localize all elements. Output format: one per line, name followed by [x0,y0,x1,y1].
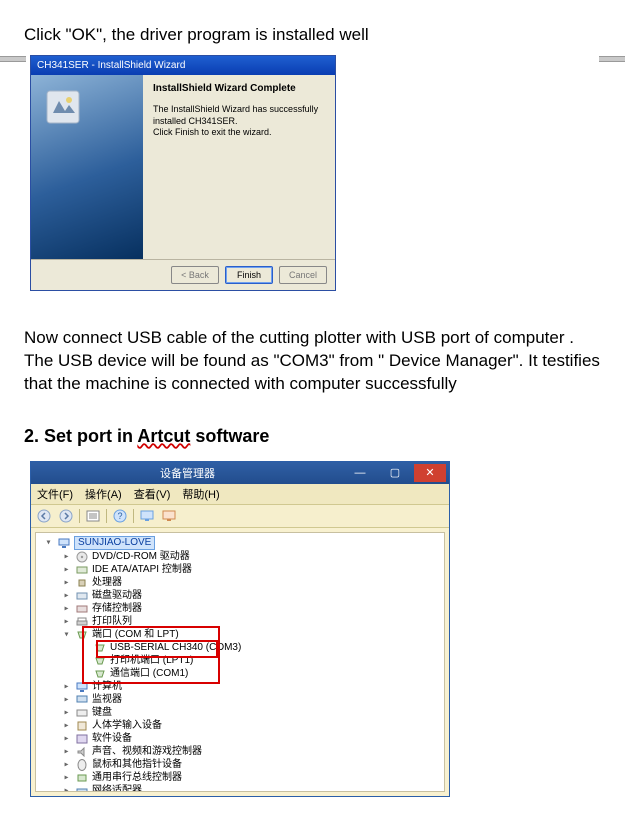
port-icon [93,667,106,680]
menu-action[interactable]: 操作(A) [85,486,122,502]
toolbar-list-icon[interactable] [84,508,102,524]
device-manager-title: 设备管理器 [31,465,344,481]
menu-view[interactable]: 查看(V) [134,486,171,502]
minimize-button[interactable]: — [344,464,376,482]
tree-node-usb[interactable]: ▸通用串行总线控制器 [40,771,440,784]
paragraph-connect-usb: Now connect USB cable of the cutting plo… [24,327,601,396]
device-manager-window: 设备管理器 — ▢ ✕ 文件(F) 操作(A) 查看(V) 帮助(H) [30,461,450,797]
installshield-line1: The InstallShield Wizard has successfull… [153,104,325,127]
section-rule [0,56,625,60]
software-icon [75,732,88,745]
port-icon [93,641,106,654]
installshield-logo-icon [45,89,81,125]
tree-node-ide[interactable]: ▸IDE ATA/ATAPI 控制器 [40,563,440,576]
heading-prefix: 2. Set port in [24,426,137,446]
port-icon [93,654,106,667]
tree-node-lpt1[interactable]: ·打印机端口 (LPT1) [40,654,440,667]
tree-node-disk[interactable]: ▸磁盘驱动器 [40,589,440,602]
installshield-window: CH341SER - InstallShield Wizard InstallS… [30,55,336,291]
tree-node-dvd[interactable]: ▸DVD/CD-ROM 驱动器 [40,550,440,563]
device-manager-menubar: 文件(F) 操作(A) 查看(V) 帮助(H) [31,484,449,505]
tree-node-keyboard[interactable]: ▸键盘 [40,706,440,719]
tree-node-mouse[interactable]: ▸鼠标和其他指针设备 [40,758,440,771]
hid-icon [75,719,88,732]
cancel-button[interactable]: Cancel [279,266,327,284]
menu-file[interactable]: 文件(F) [37,486,73,502]
keyboard-icon [75,706,88,719]
maximize-button[interactable]: ▢ [379,464,411,482]
toolbar-help-icon[interactable]: ? [111,508,129,524]
computer-icon [57,537,70,550]
section-heading: 2. Set port in Artcut software [24,426,601,447]
cpu-icon [75,576,88,589]
port-icon [75,628,88,641]
sound-icon [75,745,88,758]
tree-node-printq[interactable]: ▸打印队列 [40,615,440,628]
installshield-heading: InstallShield Wizard Complete [153,83,325,94]
tree-node-ports[interactable]: ▾端口 (COM 和 LPT) [40,628,440,641]
svg-text:?: ? [117,511,122,521]
toolbar-monitor-icon[interactable] [138,508,156,524]
storage-icon [75,602,88,615]
tree-node-monitor[interactable]: ▸监视器 [40,693,440,706]
monitor-icon [75,693,88,706]
tree-node-sound[interactable]: ▸声音、视频和游戏控制器 [40,745,440,758]
disc-icon [75,550,88,563]
installshield-line2: Click Finish to exit the wizard. [153,127,325,139]
installshield-sidebar-graphic [31,75,143,259]
tree-node-swdev[interactable]: ▸软件设备 [40,732,440,745]
printer-icon [75,615,88,628]
heading-artcut: Artcut [137,426,190,446]
tree-node-storage[interactable]: ▸存储控制器 [40,602,440,615]
tree-node-computer[interactable]: ▸计算机 [40,680,440,693]
close-button[interactable]: ✕ [414,464,446,482]
device-manager-titlebar: 设备管理器 — ▢ ✕ [31,462,449,484]
device-tree: ▾ SUNJIAO-LOVE ▸DVD/CD-ROM 驱动器 ▸IDE ATA/… [35,532,445,792]
device-manager-toolbar: ? [31,505,449,528]
computer-icon [75,680,88,693]
ide-icon [75,563,88,576]
menu-help[interactable]: 帮助(H) [182,486,219,502]
heading-suffix: software [190,426,269,446]
usb-icon [75,771,88,784]
toolbar-monitor2-icon[interactable] [160,508,178,524]
paragraph-click-ok: Click "OK", the driver program is instal… [24,24,601,47]
network-icon [75,784,88,792]
toolbar-fwd-icon[interactable] [57,508,75,524]
tree-node-net[interactable]: ▸网络适配器 [40,784,440,792]
finish-button[interactable]: Finish [225,266,273,284]
tree-node-hid[interactable]: ▸人体学输入设备 [40,719,440,732]
tree-node-ch340[interactable]: ·USB-SERIAL CH340 (COM3) [40,641,440,654]
tree-root[interactable]: ▾ SUNJIAO-LOVE [40,536,440,551]
back-button[interactable]: < Back [171,266,219,284]
tree-node-cpu[interactable]: ▸处理器 [40,576,440,589]
disk-icon [75,589,88,602]
mouse-icon [75,758,88,771]
tree-node-com1[interactable]: ·通信端口 (COM1) [40,667,440,680]
tree-root-label: SUNJIAO-LOVE [74,536,155,551]
toolbar-back-icon[interactable] [35,508,53,524]
